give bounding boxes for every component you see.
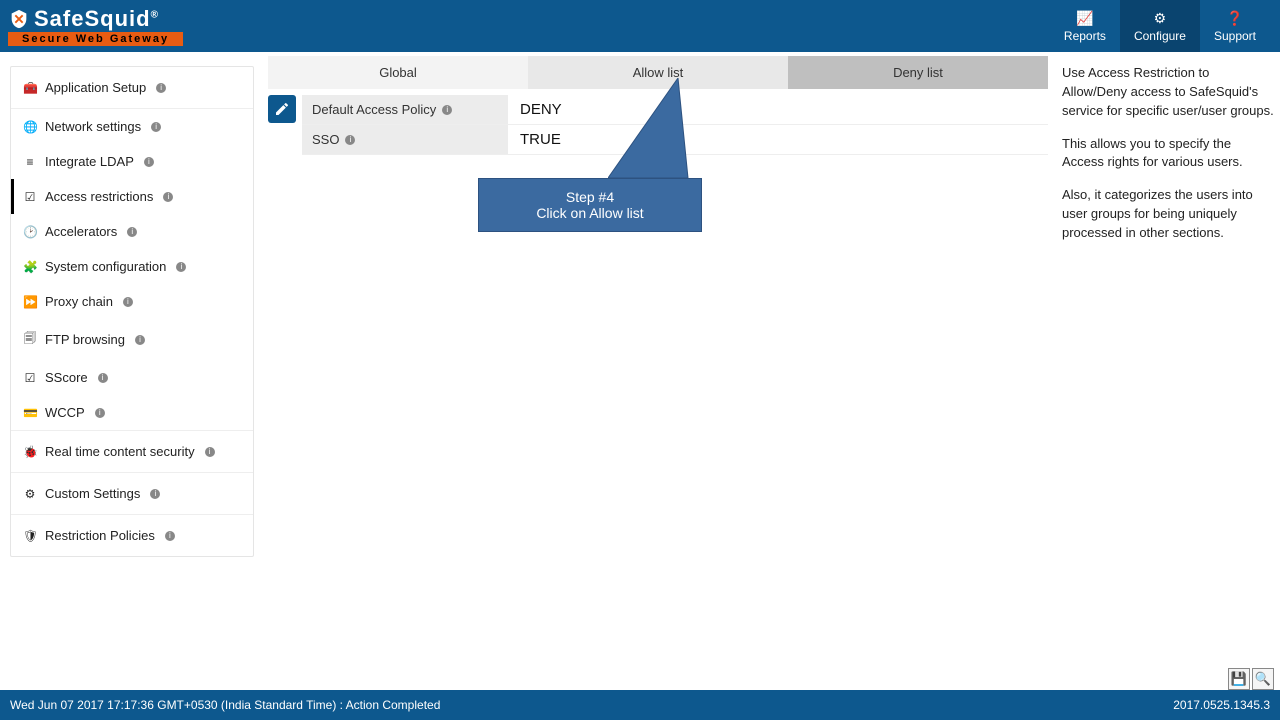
nav-label: Support xyxy=(1214,29,1256,43)
help-icon: ❓ xyxy=(1226,10,1243,27)
info-icon: i xyxy=(127,227,137,237)
info-icon: i xyxy=(144,157,154,167)
edit-button[interactable] xyxy=(268,95,296,123)
app-header: SafeSquid® Secure Web Gateway 📈 Reports … xyxy=(0,0,1280,52)
sidebar-label: Real time content security xyxy=(45,444,195,459)
version-text: 2017.0525.1345.3 xyxy=(1173,698,1270,712)
nav-configure[interactable]: ⚙ Configure xyxy=(1120,0,1200,52)
sidebar-label: WCCP xyxy=(45,405,85,420)
bug-icon: 🐞 xyxy=(23,445,37,459)
sidebar-label: FTP browsing xyxy=(45,332,125,347)
sidebar-app-setup[interactable]: 🧰 Application Setup i xyxy=(11,67,253,108)
sidebar-label: Access restrictions xyxy=(45,189,153,204)
status-text: Wed Jun 07 2017 17:17:36 GMT+0530 (India… xyxy=(10,698,440,712)
sidebar-label: Application Setup xyxy=(45,80,146,95)
list-icon: ≡ xyxy=(23,155,37,169)
info-icon: i xyxy=(156,83,166,93)
sidebar-ftp[interactable]: 🗐 FTP browsing i xyxy=(11,319,253,360)
cogs-icon: ⚙ xyxy=(1154,10,1167,27)
logo-icon xyxy=(8,8,30,30)
check-icon: ☑ xyxy=(23,190,37,204)
info-icon: i xyxy=(345,135,355,145)
sidebar-ldap[interactable]: ≡ Integrate LDAP i xyxy=(11,144,253,179)
sidebar-restrict[interactable]: 🛡 Restriction Policies i xyxy=(11,515,253,556)
sidebar-label: Custom Settings xyxy=(45,486,140,501)
nav-support[interactable]: ❓ Support xyxy=(1200,0,1270,52)
info-icon: i xyxy=(176,262,186,272)
edit-icon xyxy=(274,101,290,117)
sidebar-label: Restriction Policies xyxy=(45,528,155,543)
copy-icon: 🗐 xyxy=(23,329,37,350)
info-icon: i xyxy=(151,122,161,132)
sidebar: 🧰 Application Setup i 🌐 Network settings i… xyxy=(0,52,254,690)
globe-icon: 🌐 xyxy=(23,120,37,134)
info-icon: i xyxy=(98,373,108,383)
save-button[interactable]: 💾 xyxy=(1228,668,1250,690)
sidebar-label: Integrate LDAP xyxy=(45,154,134,169)
card-icon: 💳 xyxy=(23,406,37,420)
info-icon: i xyxy=(442,105,452,115)
nav-reports[interactable]: 📈 Reports xyxy=(1050,0,1120,52)
info-icon: i xyxy=(163,192,173,202)
sidebar-access[interactable]: ☑ Access restrictions i xyxy=(11,179,253,214)
sidebar-proxy[interactable]: ⏩ Proxy chain i xyxy=(11,284,253,319)
gauge-icon: 🕑 xyxy=(23,225,37,239)
info-icon: i xyxy=(205,447,215,457)
policy-value: TRUE xyxy=(508,125,1048,154)
briefcase-icon: 🧰 xyxy=(23,81,37,95)
info-icon: i xyxy=(95,408,105,418)
tab-deny[interactable]: Deny list xyxy=(788,56,1048,89)
help-text: This allows you to specify the Access ri… xyxy=(1062,135,1274,173)
sidebar-label: Network settings xyxy=(45,119,141,134)
info-icon: i xyxy=(165,531,175,541)
help-panel: Use Access Restriction to Allow/Deny acc… xyxy=(1048,56,1280,690)
callout-line2: Click on Allow list xyxy=(487,205,693,221)
content-area: Global Allow list Deny list Default Acce… xyxy=(254,52,1280,690)
sidebar-label: SScore xyxy=(45,370,88,385)
callout-line1: Step #4 xyxy=(487,189,693,205)
chart-icon: 📈 xyxy=(1076,10,1093,27)
policy-label: Default Access Policy xyxy=(312,102,436,117)
sidebar-label: Accelerators xyxy=(45,224,117,239)
sidebar-label: Proxy chain xyxy=(45,294,113,309)
nav-label: Configure xyxy=(1134,29,1186,43)
sliders-icon: ⚙ xyxy=(23,487,37,501)
info-icon: i xyxy=(123,297,133,307)
help-text: Use Access Restriction to Allow/Deny acc… xyxy=(1062,64,1274,121)
sidebar-label: System configuration xyxy=(45,259,166,274)
policy-value: DENY xyxy=(508,95,1048,124)
sidebar-accel[interactable]: 🕑 Accelerators i xyxy=(11,214,253,249)
tab-global[interactable]: Global xyxy=(268,56,528,89)
logo-subtitle: Secure Web Gateway xyxy=(8,32,183,46)
logo-block: SafeSquid® Secure Web Gateway xyxy=(8,6,183,46)
sidebar-wccp[interactable]: 💳 WCCP i xyxy=(11,395,253,430)
check-icon: ☑ xyxy=(23,371,37,385)
info-icon: i xyxy=(150,489,160,499)
nav-label: Reports xyxy=(1064,29,1106,43)
footer-icons: 💾 🔍 xyxy=(1228,668,1274,690)
info-icon: i xyxy=(135,335,145,345)
help-text: Also, it categorizes the users into user… xyxy=(1062,186,1274,243)
logo-text: SafeSquid® xyxy=(34,6,159,32)
search-button[interactable]: 🔍 xyxy=(1252,668,1274,690)
footer-bar: Wed Jun 07 2017 17:17:36 GMT+0530 (India… xyxy=(0,690,1280,720)
sidebar-custom[interactable]: ⚙ Custom Settings i xyxy=(11,473,253,514)
puzzle-icon: 🧩 xyxy=(23,260,37,274)
forward-icon: ⏩ xyxy=(23,295,37,309)
policy-label: SSO xyxy=(312,132,339,147)
shield-icon: 🛡 xyxy=(23,529,37,543)
header-nav: 📈 Reports ⚙ Configure ❓ Support xyxy=(1050,0,1270,52)
callout-arrow-icon xyxy=(608,78,708,188)
sidebar-sysconf[interactable]: 🧩 System configuration i xyxy=(11,249,253,284)
sidebar-realtime[interactable]: 🐞 Real time content security i xyxy=(11,431,253,472)
sidebar-sscore[interactable]: ☑ SScorei xyxy=(11,360,253,395)
sidebar-network[interactable]: 🌐 Network settings i xyxy=(11,109,253,144)
